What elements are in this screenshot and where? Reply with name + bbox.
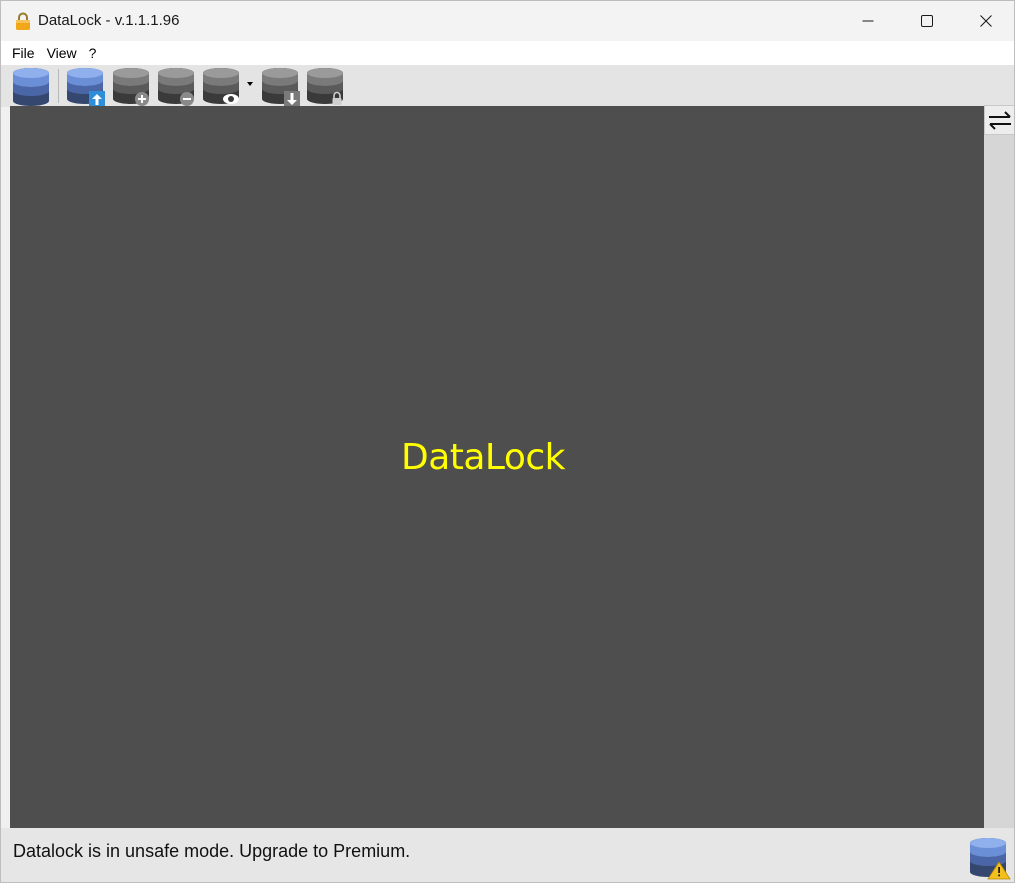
database-add-icon[interactable] [111, 67, 151, 107]
menu-bar: File View ? [1, 41, 1014, 65]
main-view: DataLock [10, 106, 984, 828]
app-window: DataLock - v.1.1.1.96 File View ? DataLo… [0, 0, 1015, 883]
lock-icon [16, 12, 30, 30]
database-remove-icon[interactable] [156, 67, 196, 107]
swap-panel-button[interactable] [984, 105, 1014, 135]
maximize-icon [921, 15, 933, 27]
database-warning-icon[interactable] [967, 836, 1011, 880]
menu-help[interactable]: ? [83, 41, 103, 65]
swap-arrows-icon [989, 111, 1011, 130]
minimize-button[interactable] [839, 1, 897, 41]
close-icon [980, 15, 992, 27]
database-view-icon[interactable] [201, 67, 241, 107]
database-icon[interactable] [11, 67, 51, 107]
window-title: DataLock - v.1.1.1.96 [38, 12, 180, 29]
brand-logo-text: DataLock [400, 436, 566, 478]
title-bar: DataLock - v.1.1.1.96 [1, 1, 1014, 41]
status-message: Datalock is in unsafe mode. Upgrade to P… [13, 841, 411, 861]
close-button[interactable] [957, 1, 1014, 41]
database-download-icon[interactable] [260, 67, 300, 107]
maximize-button[interactable] [898, 1, 956, 41]
minimize-icon [862, 20, 874, 22]
database-upload-icon[interactable] [65, 67, 105, 107]
menu-file[interactable]: File [6, 41, 41, 65]
status-bar: Datalock is in unsafe mode. Upgrade to P… [1, 828, 1014, 882]
toolbar [1, 65, 1014, 107]
side-panel-strip [984, 106, 1014, 828]
menu-view[interactable]: View [41, 41, 83, 65]
toolbar-separator [58, 69, 59, 103]
chevron-down-icon[interactable] [246, 81, 254, 87]
database-lock-icon[interactable] [305, 67, 345, 107]
